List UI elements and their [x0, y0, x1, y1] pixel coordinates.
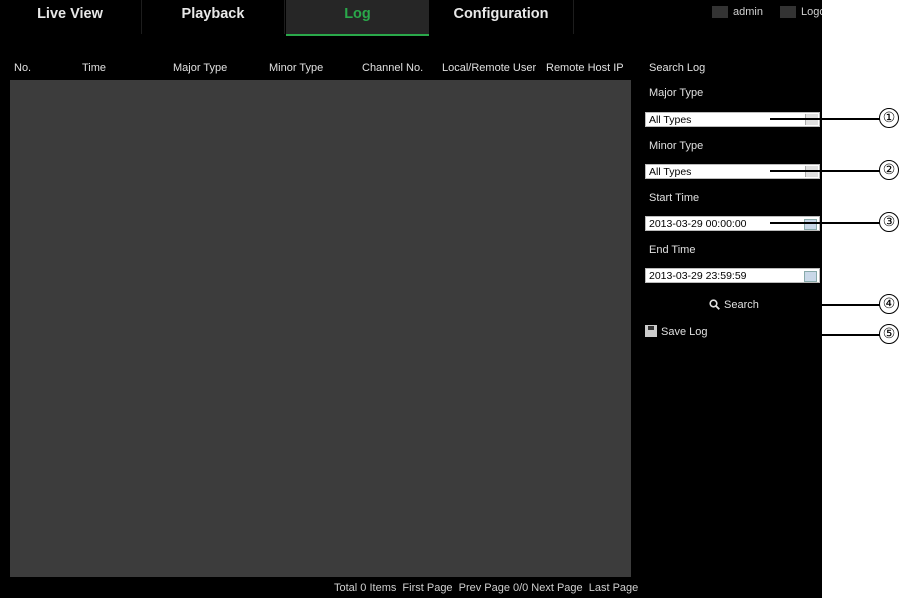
search-button[interactable]: Search: [709, 299, 759, 311]
search-log-title: Search Log: [649, 62, 706, 74]
start-time-value: 2013-03-29 00:00:00: [649, 218, 747, 230]
nav-divider: [284, 0, 285, 34]
search-icon: [709, 299, 720, 310]
user-icon: [712, 6, 728, 19]
top-nav: Live View Playback Log Configuration adm…: [0, 0, 822, 36]
nav-divider: [573, 0, 574, 34]
username: admin: [733, 6, 763, 18]
save-log-label: Save Log: [661, 326, 708, 338]
minor-type-value: All Types: [649, 166, 692, 178]
col-header-local-remote-user: Local/Remote User: [442, 62, 537, 74]
callout-3: ③: [879, 212, 899, 232]
calendar-icon[interactable]: [804, 271, 817, 282]
col-header-major-type: Major Type: [173, 62, 228, 74]
next-page-link[interactable]: Next Page: [531, 582, 582, 594]
tab-log[interactable]: Log: [286, 0, 429, 36]
calendar-icon[interactable]: [804, 219, 817, 230]
log-table-body[interactable]: [10, 80, 631, 577]
first-page-link[interactable]: First Page: [402, 582, 452, 594]
save-disk-icon: [645, 325, 657, 337]
last-page-link[interactable]: Last Page: [589, 582, 639, 594]
callout-line-1: [770, 118, 880, 120]
callout-line-4: [770, 304, 880, 306]
search-label: Search: [724, 299, 759, 311]
callout-5: ⑤: [879, 324, 899, 344]
callout-line-3: [770, 222, 880, 224]
pagination: Total 0 Items First Page Prev Page 0/0 Nex…: [334, 582, 641, 594]
callout-line-5: [770, 334, 880, 336]
callout-1: ①: [879, 108, 899, 128]
callout-line-2: [770, 170, 880, 172]
major-type-value: All Types: [649, 114, 692, 126]
col-header-minor-type: Minor Type: [269, 62, 324, 74]
tab-playback[interactable]: Playback: [143, 0, 283, 34]
end-time-label: End Time: [649, 244, 696, 256]
callout-4: ④: [879, 294, 899, 314]
logout-label: Logout: [801, 6, 822, 18]
logout-icon: [780, 6, 796, 19]
prev-page-link[interactable]: Prev Page: [459, 582, 510, 594]
tab-live-view[interactable]: Live View: [0, 0, 140, 34]
col-header-remote-host-ip: Remote Host IP: [546, 62, 624, 74]
end-time-value: 2013-03-29 23:59:59: [649, 270, 747, 282]
save-log-button[interactable]: Save Log: [645, 325, 707, 338]
major-type-label: Major Type: [649, 87, 704, 99]
page-indicator: 0/0: [513, 582, 529, 594]
tab-configuration[interactable]: Configuration: [430, 0, 572, 34]
col-header-no: No.: [14, 62, 32, 74]
total-items: Total 0 Items: [334, 582, 397, 594]
minor-type-label: Minor Type: [649, 140, 704, 152]
callout-2: ②: [879, 160, 899, 180]
end-time-input[interactable]: 2013-03-29 23:59:59: [645, 268, 820, 283]
logout-button[interactable]: Logout: [780, 6, 822, 19]
log-page: Live View Playback Log Configuration adm…: [0, 0, 822, 598]
admin-user-button[interactable]: admin: [712, 6, 763, 19]
start-time-label: Start Time: [649, 192, 700, 204]
col-header-channel-no: Channel No.: [362, 62, 424, 74]
col-header-time: Time: [82, 62, 107, 74]
nav-divider: [141, 0, 142, 34]
